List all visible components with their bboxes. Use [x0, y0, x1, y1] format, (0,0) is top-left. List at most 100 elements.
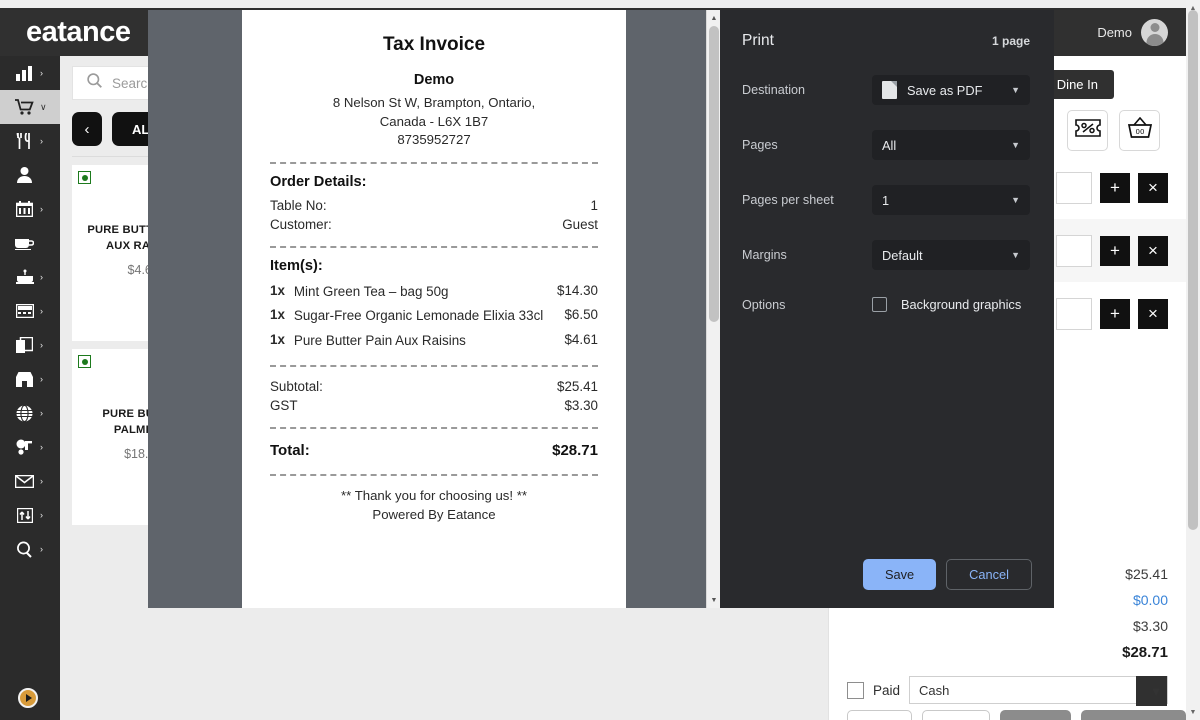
- background-graphics-checkbox[interactable]: [872, 297, 887, 312]
- browser-scrollbar[interactable]: ▲ ▼: [1186, 0, 1200, 720]
- quantity-input[interactable]: [1056, 171, 1092, 204]
- merchant-address: 8 Nelson St W, Brampton, Ontario, Canada…: [270, 94, 598, 150]
- left-sidebar[interactable]: › ∨ › › › › › › › › › › ›: [0, 56, 60, 720]
- sidebar-item-store[interactable]: ›: [0, 362, 60, 396]
- chevron-down-icon[interactable]: ▼: [1136, 676, 1167, 706]
- item-qty: 1x: [270, 307, 285, 323]
- cancel-button[interactable]: Cancel: [946, 559, 1032, 590]
- sidebar-item-reservations[interactable]: ›: [0, 192, 60, 226]
- scroll-down-arrow-icon[interactable]: ▼: [707, 593, 721, 607]
- settle-button[interactable]: Settle: [1000, 710, 1072, 720]
- scroll-down-arrow-icon[interactable]: ▼: [1186, 705, 1200, 719]
- preview-scrollbar[interactable]: ▲ ▼: [706, 10, 720, 608]
- cutlery-icon: [14, 132, 35, 151]
- scroll-up-arrow-icon[interactable]: ▲: [707, 11, 721, 25]
- app-logo[interactable]: eatance: [0, 16, 131, 49]
- quantity-input[interactable]: [1056, 234, 1092, 267]
- divider: [270, 473, 598, 476]
- browser-scrollbar-thumb[interactable]: [1188, 10, 1198, 530]
- pages-select[interactable]: All ▼: [872, 130, 1030, 160]
- search-icon: [87, 73, 102, 93]
- puzzle-icon: [14, 438, 35, 457]
- register-icon: [14, 302, 35, 321]
- print-dialog-actions: Save Cancel: [862, 559, 1032, 590]
- kot-button[interactable]: KOT: [847, 710, 913, 720]
- chevron-down-icon: ∨: [40, 101, 47, 112]
- total-value: $28.71: [552, 441, 598, 459]
- item-qty: 1x: [270, 283, 285, 299]
- quantity-input[interactable]: [1056, 297, 1092, 330]
- destination-label: Destination: [742, 83, 806, 97]
- payment-method-select[interactable]: Cash ▼: [909, 676, 1168, 706]
- subtotal-value: $25.41: [557, 378, 598, 394]
- storefront-icon: [14, 370, 35, 389]
- sidebar-item-website[interactable]: ›: [0, 396, 60, 430]
- margins-row: Margins Default ▼: [742, 240, 1030, 270]
- table-no-value: 1: [590, 198, 598, 214]
- payment-row: Paid Cash ▼: [847, 676, 1168, 706]
- category-scroll-left-button[interactable]: ‹: [72, 112, 102, 146]
- coffee-cup-icon: [14, 234, 35, 253]
- remove-item-button[interactable]: ×: [1138, 298, 1168, 329]
- invoice-title: Tax Invoice: [382, 34, 486, 55]
- gst-row: GST $3.30: [270, 396, 598, 415]
- chevron-right-icon: ›: [40, 136, 43, 146]
- destination-select[interactable]: Save as PDF ▼: [872, 75, 1030, 105]
- table-no-label: Table No:: [270, 198, 327, 214]
- invoice-item-row: 1x Pure Butter Pain Aux Raisins $4.61: [270, 329, 598, 353]
- chevron-right-icon: ›: [40, 408, 43, 418]
- sidebar-item-menu[interactable]: ›: [0, 124, 60, 158]
- basket-button[interactable]: 00: [1119, 110, 1160, 151]
- avatar[interactable]: [1141, 18, 1168, 46]
- remove-item-button[interactable]: ×: [1138, 235, 1168, 266]
- remove-item-button[interactable]: ×: [1138, 172, 1168, 203]
- tax-value: $3.30: [1132, 618, 1168, 634]
- invoice-footer: ** Thank you for choosing us! ** Powered…: [270, 486, 598, 524]
- sidebar-item-settings[interactable]: ›: [0, 498, 60, 532]
- chevron-right-icon: ›: [40, 476, 43, 486]
- destination-value: Save as PDF: [907, 82, 983, 98]
- sidebar-item-cashier[interactable]: ›: [0, 294, 60, 328]
- sidebar-item-integrations[interactable]: ›: [0, 430, 60, 464]
- sidebar-item-customers[interactable]: [0, 158, 60, 192]
- save-button[interactable]: Save: [862, 559, 937, 590]
- svg-text:00: 00: [1135, 128, 1144, 136]
- veg-indicator-icon: [78, 171, 91, 184]
- margins-value: Default: [882, 247, 923, 263]
- sidebar-item-dashboard[interactable]: ›: [0, 56, 60, 90]
- chevron-right-icon: ›: [40, 544, 43, 554]
- paid-checkbox[interactable]: [847, 681, 864, 699]
- chevron-down-icon: ▼: [1011, 85, 1020, 95]
- print-panel-header: Print 1 page: [742, 32, 1030, 50]
- margins-select[interactable]: Default ▼: [872, 240, 1030, 270]
- sidebar-item-search-help[interactable]: ›: [0, 532, 60, 566]
- sidebar-item-cake[interactable]: ›: [0, 260, 60, 294]
- sidebar-item-reports[interactable]: ›: [0, 328, 60, 362]
- order-actions: KOT Print Settle Print/Settle: [847, 710, 1187, 720]
- print-settle-button[interactable]: Print/Settle: [1081, 710, 1187, 720]
- print-settings-panel: Print 1 page Destination Save as PDF ▼ P…: [720, 10, 1054, 608]
- sidebar-item-orders[interactable]: ∨: [0, 90, 60, 124]
- add-item-button[interactable]: +: [1100, 235, 1130, 266]
- print-button[interactable]: Print: [922, 710, 991, 720]
- customer-value: Guest: [562, 217, 598, 233]
- sidebar-item-messages[interactable]: ›: [0, 464, 60, 498]
- header-user-area[interactable]: Demo: [1097, 18, 1186, 46]
- basket-icon: 00: [1127, 116, 1153, 144]
- pages-per-sheet-value: 1: [882, 192, 890, 208]
- preview-scrollbar-thumb[interactable]: [709, 26, 719, 322]
- merchant-phone: 8735952727: [397, 132, 471, 148]
- pages-per-sheet-select[interactable]: 1 ▼: [872, 185, 1030, 215]
- sidebar-play-button[interactable]: [0, 676, 60, 720]
- thanks-line-1: ** Thank you for choosing us! **: [341, 487, 527, 503]
- sidebar-item-cafe[interactable]: [0, 226, 60, 260]
- add-item-button[interactable]: +: [1100, 298, 1130, 329]
- chevron-down-icon: ▼: [1011, 140, 1020, 150]
- discount-button[interactable]: [1067, 110, 1108, 151]
- chevron-right-icon: ›: [40, 204, 43, 214]
- item-name: Mint Green Tea – bag 50g: [293, 284, 449, 300]
- add-item-button[interactable]: +: [1100, 172, 1130, 203]
- pdf-file-icon: [882, 81, 897, 99]
- item-price: $14.30: [557, 283, 598, 299]
